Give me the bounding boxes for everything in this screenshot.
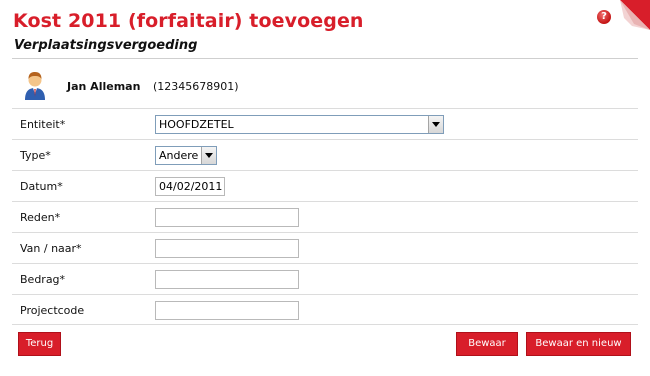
page-subtitle: Verplaatsingsvergoeding	[14, 38, 198, 53]
save-button[interactable]: Bewaar	[456, 332, 518, 356]
van-naar-label: Van / naar*	[20, 242, 82, 255]
type-select-value: Andere	[159, 149, 199, 162]
form-row-type: Type* Andere	[12, 139, 638, 170]
reden-input[interactable]	[155, 208, 299, 227]
form-row-van-naar: Van / naar*	[12, 232, 638, 263]
projectcode-label: Projectcode	[20, 304, 85, 317]
title-divider	[12, 58, 638, 59]
help-icon[interactable]: ?	[597, 10, 611, 24]
save-and-new-button[interactable]: Bewaar en nieuw	[526, 332, 631, 356]
form-row-datum: Datum* 04/02/2011	[12, 170, 638, 201]
chevron-down-icon[interactable]	[428, 116, 443, 133]
datum-input[interactable]: 04/02/2011	[155, 177, 225, 196]
form-row-bedrag: Bedrag*	[12, 263, 638, 294]
user-name: Jan Alleman	[67, 80, 141, 93]
bedrag-label: Bedrag*	[20, 273, 66, 286]
form-row-reden: Reden*	[12, 201, 638, 232]
form-row-projectcode: Projectcode	[12, 294, 638, 325]
bedrag-input[interactable]	[155, 270, 299, 289]
van-naar-input[interactable]	[155, 239, 299, 258]
page-title: Kost 2011 (forfaitair) toevoegen	[13, 10, 364, 32]
chevron-down-icon[interactable]	[201, 147, 216, 164]
user-id: (12345678901)	[153, 80, 239, 93]
page-curl-icon	[620, 0, 650, 30]
type-select[interactable]: Andere	[155, 146, 217, 165]
reden-label: Reden*	[20, 211, 61, 224]
form-row-entiteit: Entiteit* HOOFDZETEL	[12, 108, 638, 139]
entiteit-select[interactable]: HOOFDZETEL	[155, 115, 444, 134]
datum-label: Datum*	[20, 180, 63, 193]
entiteit-label: Entiteit*	[20, 118, 66, 131]
entiteit-select-value: HOOFDZETEL	[159, 118, 234, 131]
person-icon	[25, 72, 45, 100]
type-label: Type*	[20, 149, 51, 162]
projectcode-input[interactable]	[155, 301, 299, 320]
back-button[interactable]: Terug	[18, 332, 61, 356]
